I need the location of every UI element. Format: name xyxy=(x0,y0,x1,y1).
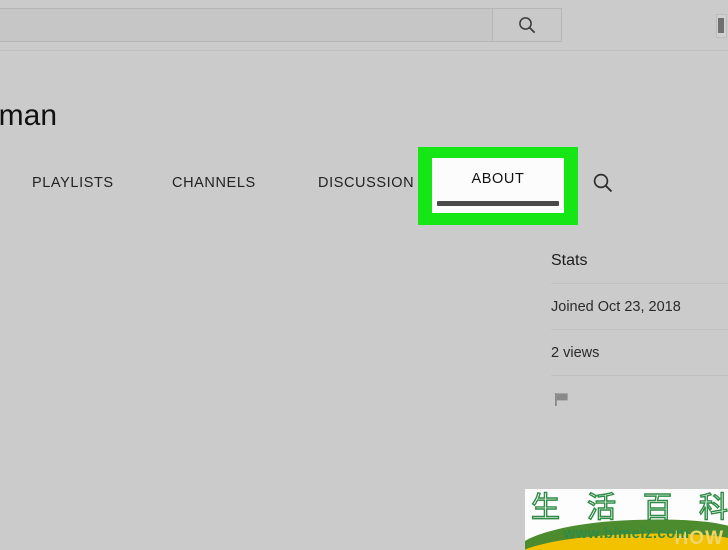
channel-search-icon[interactable] xyxy=(590,170,616,196)
masthead-divider xyxy=(0,50,728,51)
stats-view-count: 2 views xyxy=(551,345,600,361)
channel-name: oman xyxy=(0,99,58,132)
search-button[interactable] xyxy=(492,8,562,42)
stats-joined-date: Joined Oct 23, 2018 xyxy=(551,299,681,315)
channel-tab-bar: PLAYLISTS CHANNELS DISCUSSION xyxy=(0,158,728,208)
watermark-char-2: 活 xyxy=(586,489,616,524)
tab-discussion[interactable]: DISCUSSION xyxy=(318,158,414,208)
tab-active-underline xyxy=(437,201,559,206)
report-button[interactable] xyxy=(551,376,728,418)
search-form xyxy=(0,8,562,42)
watermark-logo-text: 生 活 百 科 xyxy=(530,489,728,524)
watermark-char-4: 科 xyxy=(698,489,728,524)
search-input[interactable] xyxy=(0,8,492,42)
menu-icon[interactable] xyxy=(716,14,727,38)
watermark-char-1: 生 xyxy=(530,489,561,524)
tab-about[interactable]: ABOUT xyxy=(432,158,564,213)
tab-playlists[interactable]: PLAYLISTS xyxy=(32,158,114,208)
about-tab-highlight: ABOUT xyxy=(418,147,578,225)
flag-icon xyxy=(555,393,568,406)
masthead xyxy=(0,0,728,51)
watermark-char-3: 百 xyxy=(642,489,672,524)
tab-channels[interactable]: CHANNELS xyxy=(172,158,256,208)
stats-panel: Stats Joined Oct 23, 2018 2 views xyxy=(551,240,728,418)
search-icon xyxy=(519,17,536,34)
watermark-url: www.bimeiz.com xyxy=(563,525,690,542)
stats-heading: Stats xyxy=(551,252,588,269)
site-watermark: HOW 生 活 百 科 www.bimeiz.com xyxy=(525,489,728,550)
search-icon xyxy=(593,173,613,193)
tab-about-label: ABOUT xyxy=(471,171,525,187)
